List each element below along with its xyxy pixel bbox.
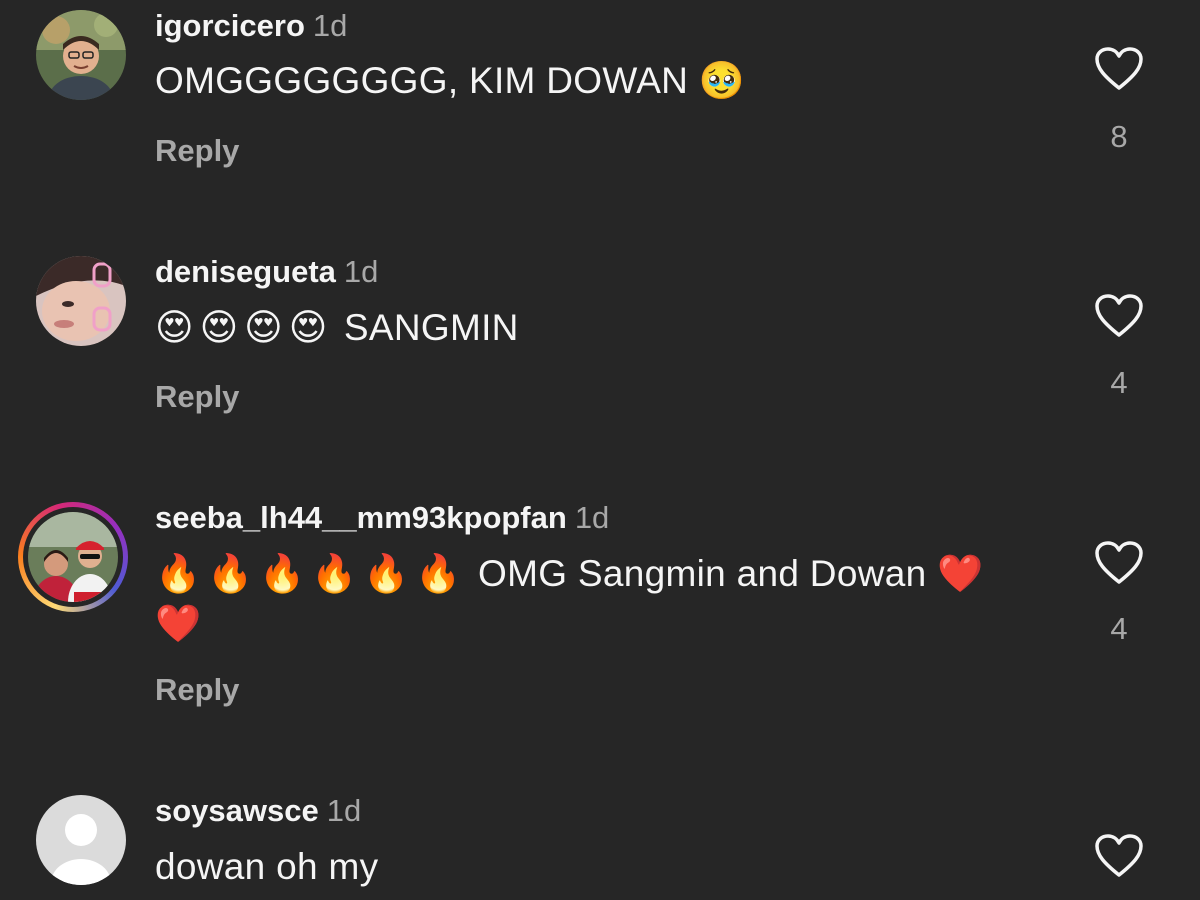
like-count: 8 — [1110, 119, 1128, 154]
timestamp: 1d — [326, 793, 362, 828]
timestamp: 1d — [343, 254, 379, 289]
username[interactable]: igorcicero — [155, 8, 305, 43]
emoji: 🔥🔥🔥🔥🔥🔥 — [155, 552, 468, 595]
like-button[interactable] — [1094, 833, 1144, 879]
like-button[interactable] — [1094, 540, 1144, 586]
heart-outline-icon — [1095, 834, 1143, 877]
heart-outline-icon — [1095, 47, 1143, 90]
comment-text: OMGGGGGGGG, KIM DOWAN — [155, 60, 689, 101]
user-photo-icon — [36, 256, 126, 346]
comment-text: SANGMIN — [343, 307, 519, 348]
comment-text-block: dowan oh my — [155, 842, 1035, 892]
like-button[interactable] — [1094, 293, 1144, 339]
avatar[interactable] — [36, 10, 126, 100]
heart-outline-icon — [1095, 541, 1143, 584]
user-photo-icon — [36, 10, 126, 100]
reply-button[interactable]: Reply — [155, 672, 239, 708]
avatar[interactable] — [18, 502, 128, 612]
comment-text: dowan oh my — [155, 846, 379, 887]
username[interactable]: soysawsce — [155, 793, 319, 828]
user-photo-icon — [28, 512, 118, 602]
like-count: 4 — [1110, 611, 1128, 646]
like-button[interactable] — [1094, 46, 1144, 92]
emoji: 🥹 — [698, 59, 746, 102]
reply-button[interactable]: Reply — [155, 379, 239, 415]
story-ring — [23, 507, 123, 607]
timestamp: 1d — [574, 500, 610, 535]
comment-text: OMG Sangmin and Dowan — [478, 553, 927, 594]
comment-text-block: 😍😍😍😍 SANGMIN — [155, 303, 1035, 353]
username[interactable]: seeba_lh44__mm93kpopfan — [155, 500, 567, 535]
comment-text-block: 🔥🔥🔥🔥🔥🔥 OMG Sangmin and Dowan ❤️❤️ — [155, 549, 1035, 649]
heart-outline-icon — [1095, 294, 1143, 337]
like-count: 4 — [1110, 365, 1128, 400]
comment-text-block: OMGGGGGGGG, KIM DOWAN 🥹 — [155, 56, 1035, 106]
username[interactable]: denisegueta — [155, 254, 336, 289]
reply-button[interactable]: Reply — [155, 133, 239, 169]
timestamp: 1d — [312, 8, 348, 43]
emoji: 😍😍😍😍 — [155, 306, 334, 349]
avatar[interactable] — [36, 795, 126, 885]
avatar[interactable] — [36, 256, 126, 346]
comments-list: igorcicero 1d OMGGGGGGGG, KIM DOWAN 🥹 Rep… — [0, 0, 1200, 900]
default-avatar-icon — [36, 795, 126, 885]
